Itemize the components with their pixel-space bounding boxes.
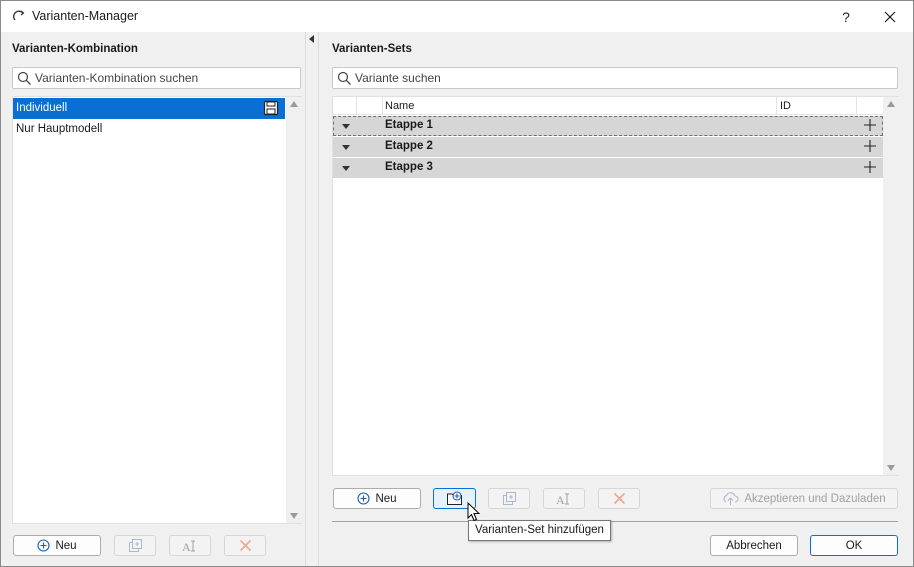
cancel-button[interactable]: Abbrechen xyxy=(710,535,798,556)
combination-duplicate-button[interactable] xyxy=(114,535,156,556)
add-circle-icon xyxy=(357,492,370,505)
tree-row-etappe-3[interactable]: Etappe 3 xyxy=(333,158,883,178)
combination-title: Varianten-Kombination xyxy=(12,43,138,55)
variant-search-input[interactable] xyxy=(355,70,891,86)
plus-icon[interactable] xyxy=(863,139,877,153)
upload-icon xyxy=(723,492,739,505)
column-expand xyxy=(333,97,357,115)
svg-text:A: A xyxy=(182,540,191,553)
tree-row-etappe-2[interactable]: Etappe 2 xyxy=(333,137,883,157)
folder-add-icon xyxy=(446,491,462,505)
row-label: Etappe 2 xyxy=(385,140,433,152)
combination-delete-button[interactable] xyxy=(224,535,266,556)
expand-caret-icon[interactable] xyxy=(342,124,350,129)
help-icon: ? xyxy=(842,8,850,25)
row-label: Etappe 3 xyxy=(385,161,433,173)
footer-divider xyxy=(332,521,898,522)
add-circle-icon xyxy=(37,539,50,552)
refresh-icon xyxy=(13,10,25,21)
scroll-up-icon[interactable] xyxy=(887,101,895,107)
scroll-down-icon[interactable] xyxy=(290,513,298,519)
combination-new-button[interactable]: Neu xyxy=(13,535,101,556)
plus-icon[interactable] xyxy=(863,160,877,174)
list-item-label: Individuell xyxy=(16,102,68,114)
combination-list[interactable]: Individuell Nur Hauptmodell xyxy=(12,96,302,524)
variant-sets-panel: Varianten-Sets Name ID Etappe 1 xyxy=(319,32,913,566)
combination-scrollbar[interactable] xyxy=(286,97,302,523)
new-button-label: Neu xyxy=(55,539,77,552)
cancel-button-label: Abbrechen xyxy=(726,539,782,552)
svg-text:A: A xyxy=(556,493,565,506)
delete-icon xyxy=(613,492,625,505)
list-item-label: Nur Hauptmodell xyxy=(16,123,103,135)
ok-button[interactable]: OK xyxy=(810,535,898,556)
accept-reload-label: Akzeptieren und Dazuladen xyxy=(744,492,886,505)
combination-search[interactable] xyxy=(12,67,301,89)
duplicate-icon xyxy=(128,539,142,552)
window-title: Varianten-Manager xyxy=(32,9,139,23)
delete-icon xyxy=(239,539,251,552)
variant-sets-title: Varianten-Sets xyxy=(332,43,412,55)
accept-and-reload-button[interactable]: Akzeptieren und Dazuladen xyxy=(710,488,898,509)
list-item-individuell[interactable]: Individuell xyxy=(13,98,285,119)
search-icon xyxy=(17,71,31,85)
tooltip: Varianten-Set hinzufügen xyxy=(468,520,611,541)
collapse-arrow-icon[interactable] xyxy=(309,35,314,43)
title-bar: Varianten-Manager ? xyxy=(1,1,913,32)
variant-search[interactable] xyxy=(332,67,898,89)
duplicate-icon xyxy=(502,492,516,505)
panel-splitter[interactable] xyxy=(305,32,319,566)
ok-button-label: OK xyxy=(845,539,863,552)
variant-sets-tree[interactable]: Name ID Etappe 1 Etappe 2 Etappe 3 xyxy=(332,96,899,476)
close-button[interactable] xyxy=(867,1,913,32)
variant-delete-button[interactable] xyxy=(598,488,640,509)
scroll-down-icon[interactable] xyxy=(887,465,895,471)
column-name[interactable]: Name xyxy=(383,97,777,115)
tree-header: Name ID xyxy=(333,97,883,115)
new-button-label: Neu xyxy=(375,492,397,505)
search-icon xyxy=(337,71,351,85)
help-button[interactable]: ? xyxy=(823,1,869,32)
combination-panel: Varianten-Kombination Individuell Nur Ha… xyxy=(1,32,305,566)
column-icon xyxy=(357,97,383,115)
combination-rename-button[interactable]: A xyxy=(169,535,211,556)
row-label: Etappe 1 xyxy=(385,119,433,131)
mouse-cursor-icon xyxy=(467,502,481,522)
variant-new-button[interactable]: Neu xyxy=(333,488,421,509)
save-icon[interactable] xyxy=(263,100,279,116)
rename-icon: A xyxy=(182,540,195,553)
list-item-nur-hauptmodell[interactable]: Nur Hauptmodell xyxy=(13,119,285,140)
column-id[interactable]: ID xyxy=(777,97,857,115)
plus-icon[interactable] xyxy=(863,118,877,132)
variant-rename-button[interactable]: A xyxy=(543,488,585,509)
tree-row-etappe-1[interactable]: Etappe 1 xyxy=(333,116,883,136)
expand-caret-icon[interactable] xyxy=(342,166,350,171)
combination-search-input[interactable] xyxy=(35,70,294,86)
rename-icon: A xyxy=(556,493,569,506)
close-icon xyxy=(884,11,896,22)
variant-manager-dialog: Varianten-Manager ? Varianten-Kombinatio… xyxy=(0,0,914,567)
variant-sets-scrollbar[interactable] xyxy=(883,97,899,475)
scroll-up-icon[interactable] xyxy=(290,101,298,107)
expand-caret-icon[interactable] xyxy=(342,145,350,150)
variant-duplicate-button[interactable] xyxy=(488,488,530,509)
